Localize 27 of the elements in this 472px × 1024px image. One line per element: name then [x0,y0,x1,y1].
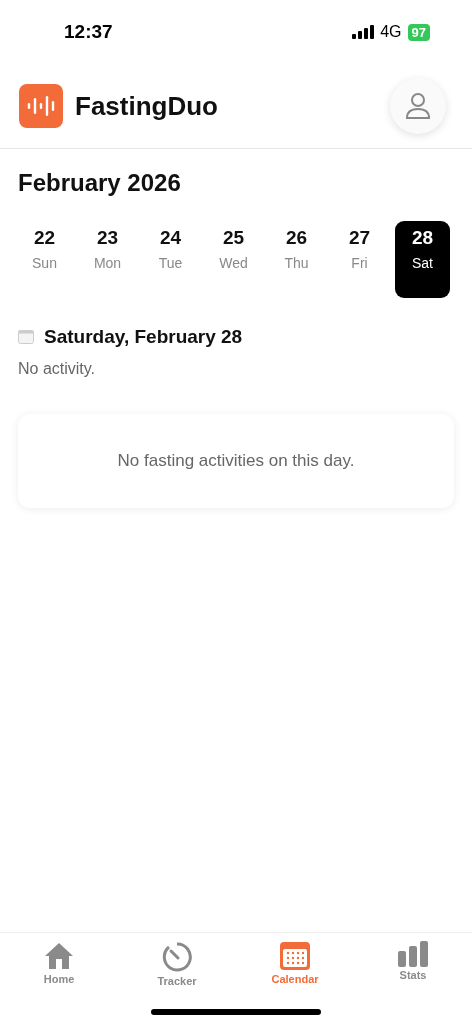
user-icon [404,92,432,120]
day-button[interactable]: 22 Sun [17,221,72,298]
day-button[interactable]: 26 Thu [269,221,324,298]
day-button[interactable]: 28 Sat [395,221,450,298]
day-heading: Saturday, February 28 [44,326,243,348]
empty-state-card: No fasting activities on this day. [18,414,454,508]
tab-bar-item[interactable]: Stats [354,941,472,991]
timer-icon [161,941,193,973]
home-icon [43,941,75,971]
battery-level: 97 [407,23,430,41]
calendar-icon [279,941,311,971]
tab-bar-item[interactable]: Tracker [118,941,236,991]
day-button[interactable]: 24 Tue [143,221,198,298]
day-button[interactable]: 23 Mon [80,221,135,298]
tab-bar-item[interactable]: Home [0,941,118,991]
network-type: 4G [380,23,402,41]
calendar-icon [18,330,34,344]
bar-chart-icon [397,941,429,967]
day-button[interactable]: 25 Wed [206,221,261,298]
app-name: FastingDuo [75,90,218,122]
day-summary: No activity. [17,359,97,378]
status-time: 12:37 [64,21,113,43]
month-title: February 2026 [17,168,182,197]
day-button[interactable]: 27 Fri [332,221,387,298]
app-logo-icon [19,84,63,128]
profile-button[interactable] [390,78,446,134]
signal-icon [352,25,375,39]
